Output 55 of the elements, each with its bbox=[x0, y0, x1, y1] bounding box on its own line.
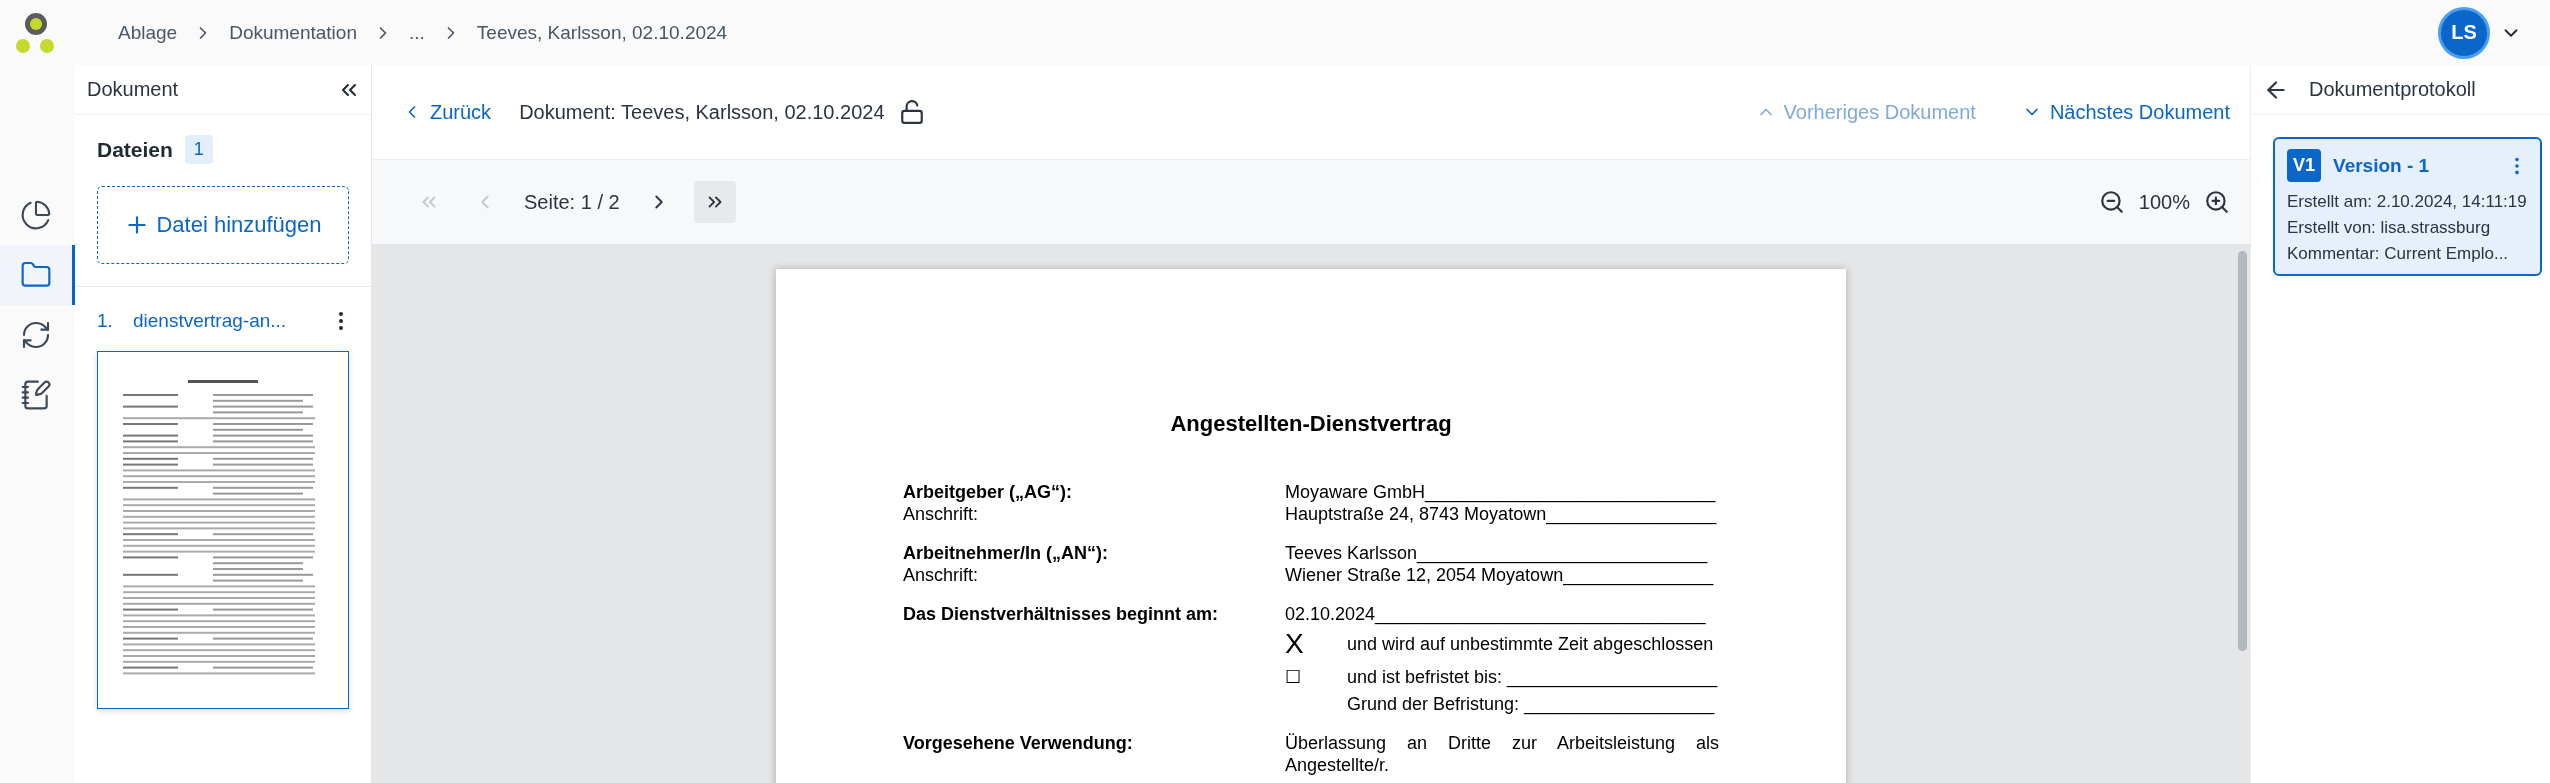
pie-chart-icon bbox=[20, 199, 52, 231]
version-detail: Erstellt am: 2.10.2024, 14:11:19 bbox=[2287, 192, 2528, 212]
version-detail: Kommentar: Current Emplo... bbox=[2287, 244, 2510, 264]
option-mark: ☐ bbox=[1285, 666, 1302, 689]
file-number: 1. bbox=[97, 310, 114, 332]
user-avatar[interactable]: LS bbox=[2438, 6, 2490, 59]
field-label: Das Dienstverhältnisses beginnt am: bbox=[903, 603, 1220, 625]
back-link[interactable]: Zurück bbox=[402, 100, 492, 124]
field-value: 02.10.2024_________________________________ bbox=[1285, 603, 1707, 625]
option-text: Grund der Befristung: ___________________ bbox=[1347, 693, 1716, 715]
breadcrumb-item[interactable]: Dokumentation bbox=[229, 21, 357, 44]
zoom-out-icon bbox=[2098, 189, 2125, 215]
option-text: und wird auf unbestimmte Zeit abgeschlossen bbox=[1347, 633, 1715, 655]
breadcrumb-item[interactable]: Ablage bbox=[118, 21, 178, 44]
field-label: Anschrift: bbox=[903, 503, 980, 525]
field-value: Wiener Straße 12, 2054 Moyatown_______________ bbox=[1285, 564, 1715, 586]
version-title: Version - 1 bbox=[2333, 154, 2431, 177]
files-heading: Dateien bbox=[97, 137, 173, 162]
refresh-icon bbox=[20, 319, 52, 351]
breadcrumb-item[interactable]: Teeves, Karlsson, 02.10.2024 bbox=[476, 21, 728, 44]
logo-icon bbox=[16, 11, 56, 54]
version-card[interactable]: V1 Version - 1 Erstellt am: 2.10.2024, 14:11:19 Erstellt von: lisa.strassburg Kommentar: Current Emplo... bbox=[2273, 137, 2542, 276]
protocol-title: Dokumentprotokoll bbox=[2309, 78, 2476, 101]
option-text: und ist befristet bis: _____________________ bbox=[1347, 666, 1719, 688]
zoom-in-button[interactable] bbox=[2204, 189, 2230, 215]
field-value: Moyaware GmbH_____________________________ bbox=[1285, 481, 1717, 503]
file-thumbnail[interactable] bbox=[97, 351, 349, 709]
page-nav-button[interactable] bbox=[693, 181, 736, 223]
field-label: Anschrift: bbox=[903, 564, 980, 586]
field-label: Arbeitgeber („AG“): bbox=[903, 481, 1073, 503]
document-heading: Angestellten-Dienstvertrag bbox=[1169, 411, 1453, 437]
field-value: Hauptstraße 24, 8743 Moyatown_________________ bbox=[1285, 503, 1718, 525]
field-label: Vorgesehene Verwendung: bbox=[903, 732, 1134, 755]
next-document-link[interactable]: Nächstes Dokument bbox=[2021, 100, 2230, 124]
notepad-pencil-icon bbox=[20, 379, 52, 411]
nav-rail-item[interactable] bbox=[0, 245, 75, 305]
unlocked-lock-icon[interactable] bbox=[898, 99, 925, 125]
zoom-level: 100% bbox=[2138, 190, 2190, 214]
add-file-button[interactable]: Datei hinzufügen bbox=[97, 186, 349, 264]
scrollbar-thumb[interactable] bbox=[2238, 251, 2247, 651]
zoom-in-icon bbox=[2204, 189, 2230, 215]
zoom-out-button[interactable] bbox=[2098, 189, 2125, 215]
option-mark: X bbox=[1285, 630, 1305, 658]
page-indicator: Seite: 1 / 2 bbox=[524, 190, 620, 214]
field-value: Überlassung an Dritte zur Arbeitsleistung als Angestellte/r. bbox=[1285, 732, 1719, 776]
document-title: Dokument: Teeves, Karlsson, 02.10.2024 bbox=[519, 100, 885, 124]
version-detail: Erstellt von: lisa.strassburg bbox=[2287, 218, 2492, 238]
file-item[interactable]: 1. dienstvertrag-an... bbox=[75, 287, 371, 333]
file-name: dienstvertrag-an... bbox=[133, 310, 288, 332]
panel-title: Dokument bbox=[87, 78, 179, 101]
field-label: Arbeitnehmer/In („AN“): bbox=[903, 542, 1109, 564]
breadcrumb-item[interactable]: ... bbox=[408, 21, 425, 44]
field-value: Teeves Karlsson_____________________________ bbox=[1285, 542, 1709, 564]
files-count: 1 bbox=[184, 135, 213, 164]
version-badge: V1 bbox=[2287, 149, 2322, 182]
